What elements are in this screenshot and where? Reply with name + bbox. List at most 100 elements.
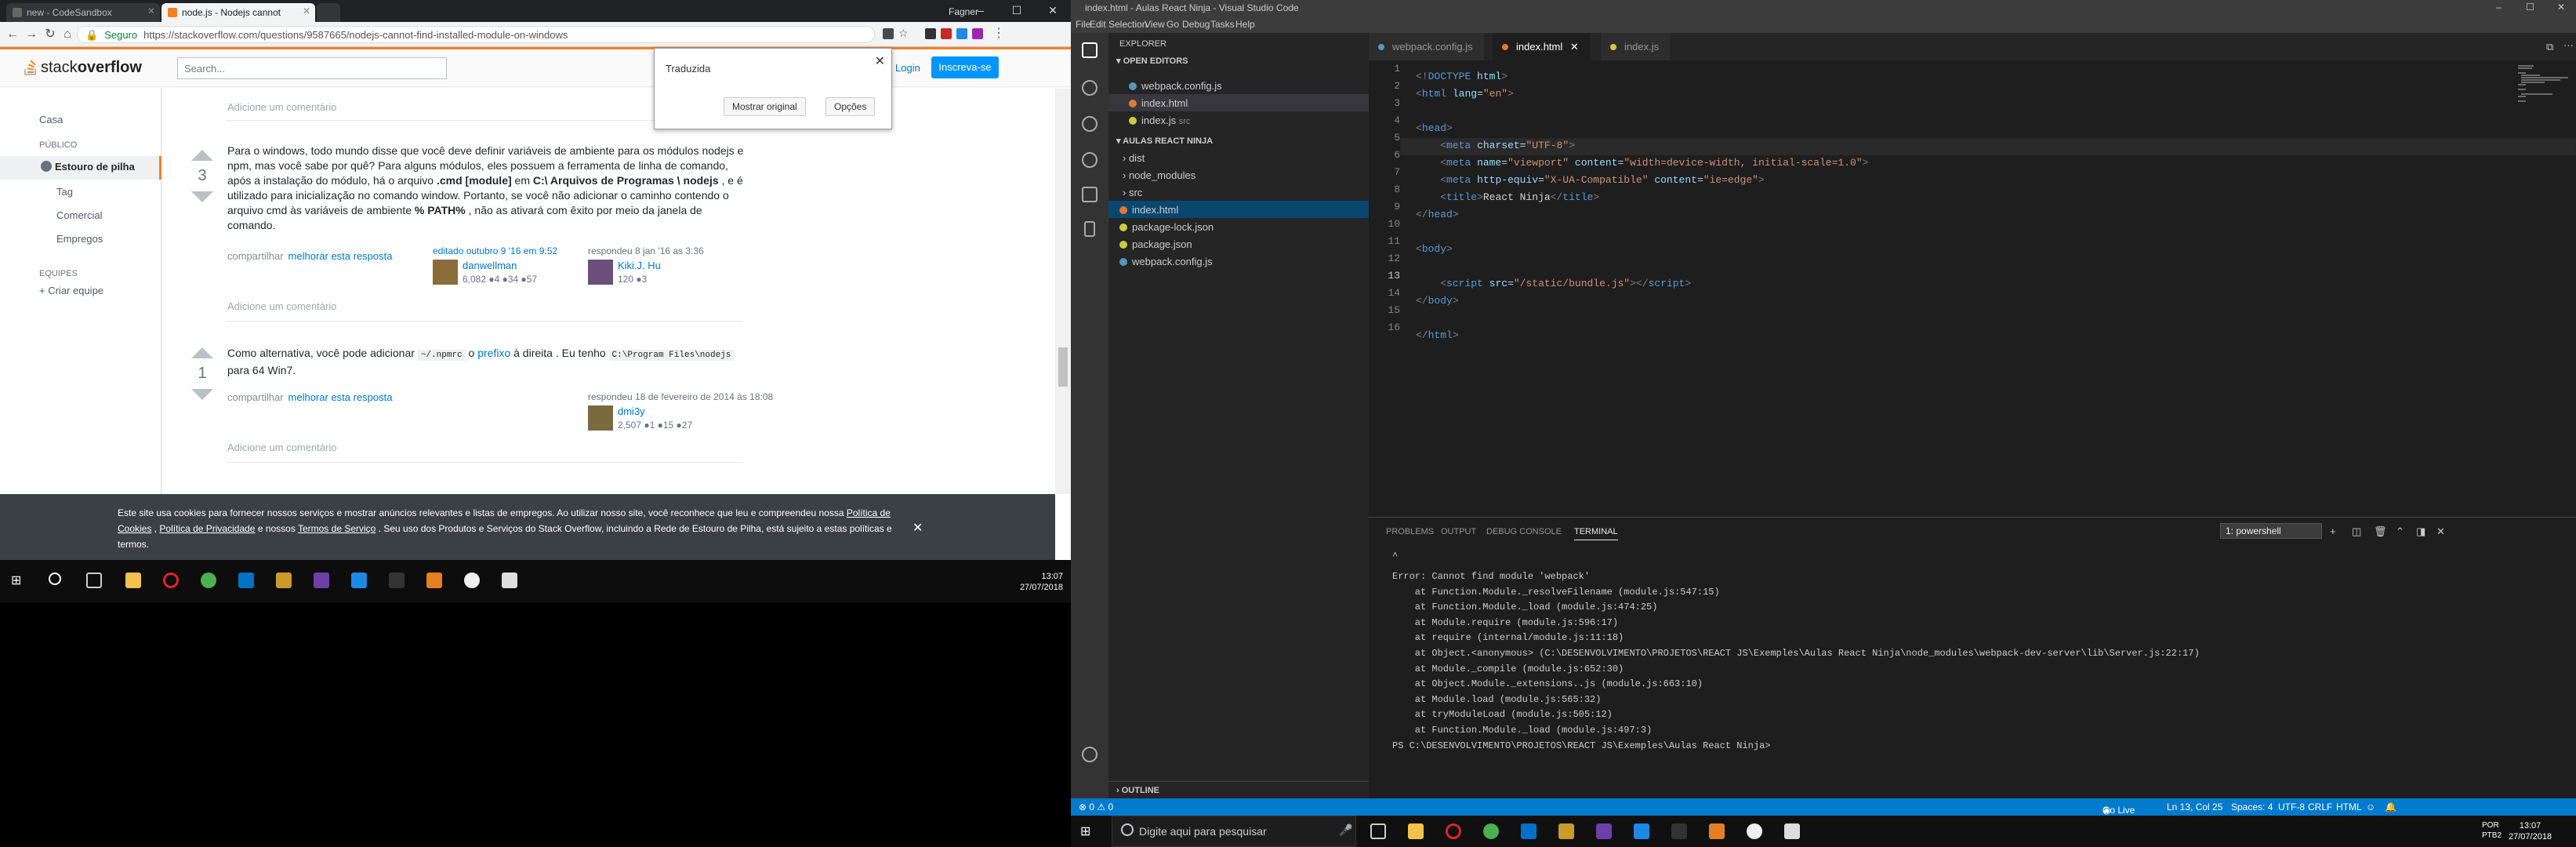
close-window-icon[interactable]: ✕ [1035, 0, 1071, 22]
forward-icon[interactable]: → [24, 27, 39, 42]
extensions-icon[interactable] [1082, 187, 1098, 202]
share-link[interactable]: compartilhar [227, 250, 284, 262]
menu-file[interactable]: File [1076, 19, 1090, 30]
minimize-icon[interactable]: – [2496, 2, 2502, 13]
chevron-up-icon[interactable]: ⌃ [2396, 525, 2404, 538]
open-editor-item[interactable]: webpack.config.js [1129, 80, 1222, 92]
chrome-tab-codesandbox[interactable]: new - CodeSandbox ✕ [6, 3, 160, 22]
debug-icon[interactable] [1082, 152, 1098, 168]
outline-header[interactable]: › OUTLINE [1108, 781, 1369, 798]
menu-help[interactable]: Help [1235, 19, 1255, 30]
encoding[interactable]: UTF-8 [2278, 802, 2305, 812]
translate-icon[interactable] [883, 28, 894, 39]
search-icon[interactable] [1082, 80, 1098, 96]
tree-file-package-lock[interactable]: package-lock.json [1119, 221, 1214, 233]
vscode-icon[interactable] [1634, 823, 1649, 839]
upvote-icon[interactable] [191, 347, 213, 358]
close-tab-icon[interactable]: ✕ [1570, 41, 1579, 53]
windows-start-icon[interactable]: ⊞ [1080, 823, 1096, 839]
app-icon[interactable] [1558, 823, 1574, 839]
clock[interactable]: 13:07 27/07/2018 [1011, 571, 1063, 593]
close-tab-icon[interactable]: ✕ [303, 5, 310, 16]
menu-go[interactable]: Go [1166, 19, 1179, 30]
share-link[interactable]: compartilhar [227, 391, 284, 403]
panel-tab-terminal[interactable]: TERMINAL [1574, 527, 1618, 540]
chrome-icon[interactable] [201, 573, 216, 588]
prefix-link[interactable]: prefixo [477, 347, 510, 359]
so-search-input[interactable]: Search... [177, 57, 447, 79]
microphone-icon[interactable]: 🎤 [1339, 823, 1352, 837]
open-editor-item[interactable]: index.html [1129, 97, 1188, 109]
windows-start-icon[interactable]: ⊞ [11, 573, 27, 588]
clock[interactable]: 13:07 27/07/2018 [2509, 820, 2552, 842]
chrome-tab-stackoverflow[interactable]: node.js - Nodejs cannot ✕ [161, 3, 315, 22]
gear-icon[interactable] [1082, 747, 1098, 762]
page-scrollbar[interactable] [1055, 89, 1071, 494]
add-terminal-icon[interactable]: + [2330, 525, 2336, 537]
avatar[interactable] [433, 260, 458, 285]
show-original-button[interactable]: Mostrar original [724, 97, 806, 116]
opera-icon[interactable] [163, 573, 179, 588]
menu-debug[interactable]: Debug [1182, 19, 1210, 30]
outlook-icon[interactable] [1521, 823, 1537, 839]
more-actions-icon[interactable]: ··· [2563, 39, 2574, 51]
options-button[interactable]: Opções [825, 97, 876, 116]
sidebar-item-stackoverflow[interactable]: Estouro de pilha [41, 161, 135, 173]
sublime-icon[interactable] [1709, 823, 1725, 839]
bell-icon[interactable]: 🔔 [2385, 802, 2396, 812]
tree-file-package-json[interactable]: package.json [1119, 238, 1192, 250]
sidebar-item-jobs[interactable]: Empregos [56, 233, 103, 245]
project-header[interactable]: ▾ AULAS REACT NINJA [1108, 132, 1369, 149]
file-explorer-icon[interactable] [125, 573, 141, 588]
sublime-icon[interactable] [426, 573, 442, 588]
sidebar-item-commercial[interactable]: Comercial [56, 209, 103, 221]
menu-icon[interactable]: ⋮ [992, 25, 1005, 40]
language-mode[interactable]: HTML [2336, 802, 2362, 812]
sidebar-item-tags[interactable]: Tag [56, 186, 73, 198]
smiley-feedback-icon[interactable]: ☺ [2366, 802, 2375, 812]
cursor-position[interactable]: Ln 13, Col 25 [2167, 802, 2222, 812]
minimap[interactable] [2518, 65, 2573, 104]
terminal-select[interactable]: 1: powershell [2220, 523, 2322, 539]
trash-icon[interactable]: 🗑 [2374, 525, 2387, 538]
signup-button[interactable]: Inscreva-se [931, 56, 999, 78]
avatar[interactable] [588, 405, 613, 431]
outlook-icon[interactable] [238, 573, 254, 588]
problems-count[interactable]: ⊗ 0 ⚠ 0 [1079, 802, 1113, 812]
reload-icon[interactable]: ↻ [42, 27, 58, 42]
source-control-icon[interactable] [1082, 116, 1098, 132]
add-comment-link[interactable]: Adicione um comentário [227, 300, 336, 312]
maximize-icon[interactable]: ☐ [2526, 2, 2534, 13]
code-editor[interactable]: 1 2 3 4 5 6 7 8 9 10 11 12 13 14 15 16 <!DOCTYPE html> <… [1369, 60, 2576, 515]
bookmark-icon[interactable] [1084, 221, 1095, 237]
edited-time[interactable]: editado outubro 9 '16 em 9:52 [433, 245, 557, 256]
extension-icon[interactable] [956, 28, 967, 39]
improve-link[interactable]: melhorar esta resposta [288, 391, 393, 403]
menu-edit[interactable]: Edit [1090, 19, 1106, 30]
app-icon[interactable] [464, 573, 480, 588]
downvote-icon[interactable] [191, 389, 213, 400]
star-icon[interactable]: ☆ [898, 27, 909, 39]
close-window-icon[interactable]: ✕ [2557, 2, 2565, 13]
improve-link[interactable]: melhorar esta resposta [288, 250, 393, 262]
tab-index-js[interactable]: index.js [1601, 33, 1671, 60]
login-link[interactable]: Login [895, 62, 920, 74]
chrome-icon[interactable] [1483, 823, 1499, 839]
home-icon[interactable]: ⌂ [60, 27, 75, 42]
address-bar[interactable]: 🔒 Seguro https://stackoverflow.com/questio… [77, 26, 875, 43]
user-name[interactable]: Kiki.J. Hu [618, 260, 661, 271]
open-editor-item[interactable]: index.js src [1129, 115, 1190, 126]
media-icon[interactable] [502, 573, 517, 588]
app-icon[interactable] [1671, 823, 1687, 839]
panel-tab-output[interactable]: OUTPUT [1441, 527, 1476, 536]
maximize-panel-icon[interactable]: ◨ [2416, 525, 2425, 538]
so-logo-text[interactable]: stackoverflow [41, 59, 142, 77]
media-icon[interactable] [1784, 823, 1800, 839]
open-editors-header[interactable]: ▾ OPEN EDITORS [1108, 52, 1369, 69]
tree-file-webpack[interactable]: webpack.config.js [1119, 256, 1213, 267]
add-comment-link[interactable]: Adicione um comentário [227, 101, 336, 113]
visual-studio-icon[interactable] [314, 573, 329, 588]
close-icon[interactable]: ✕ [875, 53, 885, 69]
task-view-icon[interactable] [1370, 823, 1386, 839]
maximize-icon[interactable]: ☐ [999, 0, 1035, 22]
